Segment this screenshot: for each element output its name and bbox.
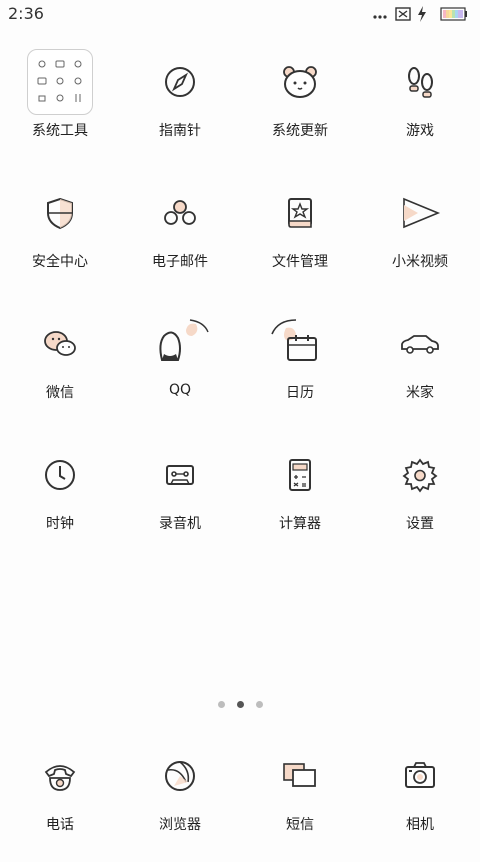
page-dot[interactable] [217, 700, 225, 708]
app-security-center[interactable]: 安全中心 [0, 171, 120, 291]
bear-update-icon [266, 48, 334, 116]
status-time: 2:36 [8, 4, 44, 23]
car-icon [386, 310, 454, 378]
dock-messages[interactable]: 短信 [240, 742, 360, 862]
compass-icon [146, 48, 214, 116]
app-label: 电话 [46, 817, 74, 833]
app-system-tools[interactable]: 系统工具 [0, 40, 120, 160]
dock-phone[interactable]: 电话 [0, 742, 120, 862]
app-label: 微信 [46, 385, 74, 401]
app-label: 小米视频 [392, 254, 448, 270]
app-label: 电子邮件 [152, 254, 208, 270]
app-label: 计算器 [279, 516, 321, 532]
app-calculator[interactable]: 计算器 [240, 433, 360, 553]
app-label: 设置 [406, 516, 434, 532]
footprints-icon [386, 48, 454, 116]
shield-icon [26, 179, 94, 247]
email-icon [146, 179, 214, 247]
qq-penguin-icon [146, 310, 214, 378]
charging-bolt-icon [418, 6, 426, 22]
gear-icon [386, 441, 454, 509]
book-star-icon [266, 179, 334, 247]
folder-icon [26, 48, 94, 116]
app-label: 系统更新 [272, 123, 328, 139]
camera-icon [386, 742, 454, 810]
app-label: 指南针 [159, 123, 201, 139]
app-label: 浏览器 [159, 817, 201, 833]
page-indicator[interactable] [0, 698, 480, 710]
dock-browser[interactable]: 浏览器 [120, 742, 240, 862]
app-label: 文件管理 [272, 254, 328, 270]
dock: 电话 浏览器 短信 相机 [0, 742, 480, 842]
page-dot[interactable] [255, 700, 263, 708]
app-file-manager[interactable]: 文件管理 [240, 171, 360, 291]
cassette-icon [146, 441, 214, 509]
app-settings[interactable]: 设置 [360, 433, 480, 553]
app-label: 相机 [406, 817, 434, 833]
app-label: QQ [168, 382, 192, 398]
app-label: 录音机 [159, 516, 201, 532]
app-label: 安全中心 [32, 254, 88, 270]
app-mi-video[interactable]: 小米视频 [360, 171, 480, 291]
more-dots-icon [373, 15, 387, 19]
status-bar: 2:36 [0, 0, 480, 28]
app-qq[interactable]: QQ [120, 302, 240, 422]
dock-camera[interactable]: 相机 [360, 742, 480, 862]
page-dot-active[interactable] [236, 700, 244, 708]
message-icon [266, 742, 334, 810]
clock-icon [26, 441, 94, 509]
app-label: 米家 [406, 385, 434, 401]
browser-icon [146, 742, 214, 810]
app-label: 系统工具 [32, 123, 88, 139]
app-system-update[interactable]: 系统更新 [240, 40, 360, 160]
app-email[interactable]: 电子邮件 [120, 171, 240, 291]
app-games[interactable]: 游戏 [360, 40, 480, 160]
app-compass[interactable]: 指南针 [120, 40, 240, 160]
app-label: 短信 [286, 817, 314, 833]
calendar-icon [266, 310, 334, 378]
app-wechat[interactable]: 微信 [0, 302, 120, 422]
wechat-icon [26, 310, 94, 378]
battery-icon [440, 7, 467, 21]
app-label: 游戏 [406, 123, 434, 139]
app-label: 日历 [286, 385, 314, 401]
app-clock[interactable]: 时钟 [0, 433, 120, 553]
phone-icon [26, 742, 94, 810]
calculator-icon [266, 441, 334, 509]
app-calendar[interactable]: 日历 [240, 302, 360, 422]
sim-blocked-icon [395, 7, 411, 21]
play-icon [386, 179, 454, 247]
app-mijia[interactable]: 米家 [360, 302, 480, 422]
app-recorder[interactable]: 录音机 [120, 433, 240, 553]
app-label: 时钟 [46, 516, 74, 532]
